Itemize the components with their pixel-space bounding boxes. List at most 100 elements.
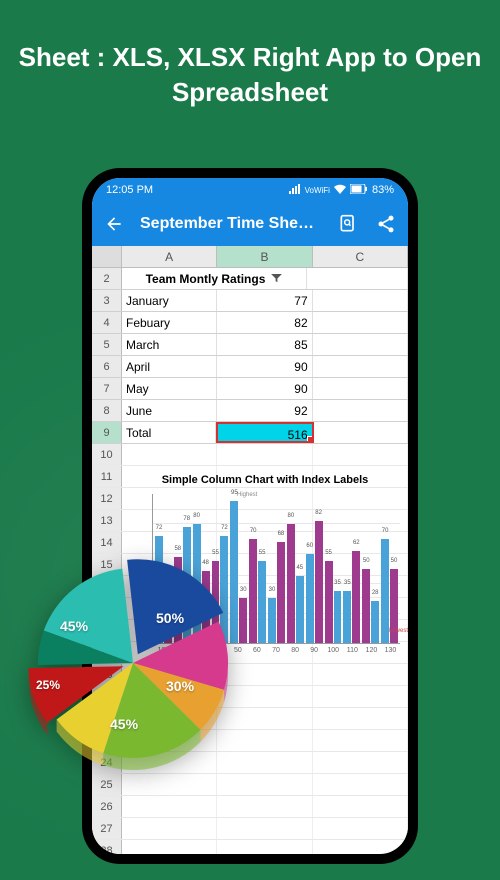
document-title: September Time Sheet...: [140, 215, 322, 233]
table-title-text: Team Montly Ratings: [146, 272, 266, 286]
search-in-doc-icon[interactable]: [336, 212, 360, 236]
cell[interactable]: [314, 422, 408, 443]
table-row[interactable]: 10: [92, 444, 408, 466]
chart-bar: 70: [249, 539, 257, 643]
row-header[interactable]: 3: [92, 290, 122, 311]
cell[interactable]: [313, 290, 408, 311]
lowest-annotation: Lowest: [389, 628, 408, 634]
app-bar: September Time Sheet...: [92, 202, 408, 246]
back-icon[interactable]: [102, 212, 126, 236]
chart-bar: 55: [258, 561, 266, 643]
pie-slice-label: 50%: [156, 610, 184, 626]
table-row[interactable]: 26: [92, 796, 408, 818]
share-icon[interactable]: [374, 212, 398, 236]
cell[interactable]: [313, 312, 408, 333]
row-header[interactable]: 10: [92, 444, 122, 465]
cell[interactable]: [217, 444, 312, 465]
row-header[interactable]: 5: [92, 334, 122, 355]
cell[interactable]: 77: [217, 290, 312, 311]
cell[interactable]: Total: [122, 422, 216, 443]
cell[interactable]: 90: [217, 356, 312, 377]
row-header[interactable]: 8: [92, 400, 122, 421]
row-header[interactable]: 13: [92, 510, 122, 531]
row-header[interactable]: 6: [92, 356, 122, 377]
cell[interactable]: 85: [217, 334, 312, 355]
row-header[interactable]: 9: [92, 422, 122, 443]
row-header[interactable]: 12: [92, 488, 122, 509]
cell[interactable]: March: [122, 334, 217, 355]
hero-title: Sheet : XLS, XLSX Right App to Open Spre…: [0, 0, 500, 140]
battery-icon: [350, 184, 368, 197]
cell[interactable]: April: [122, 356, 217, 377]
table-row[interactable]: 6 April 90: [92, 356, 408, 378]
cell[interactable]: May: [122, 378, 217, 399]
cell[interactable]: [313, 796, 408, 817]
chart-bar: 45: [296, 576, 304, 643]
cell[interactable]: [313, 708, 408, 729]
cell[interactable]: [313, 730, 408, 751]
row-header[interactable]: 27: [92, 818, 122, 839]
cell[interactable]: [217, 818, 312, 839]
chart-bar: 60: [306, 554, 314, 643]
row-header[interactable]: 11: [92, 466, 122, 487]
table-row-total[interactable]: 9 Total 516: [92, 422, 408, 444]
cell[interactable]: [217, 796, 312, 817]
cell[interactable]: Febuary: [122, 312, 217, 333]
cell[interactable]: 92: [217, 400, 312, 421]
status-time: 12:05 PM: [106, 184, 153, 196]
cell[interactable]: [217, 840, 312, 854]
row-header[interactable]: 28: [92, 840, 122, 854]
status-bar: 12:05 PM VoWiFi 83%: [92, 178, 408, 202]
cell[interactable]: [313, 686, 408, 707]
cell[interactable]: [313, 840, 408, 854]
row-header[interactable]: 26: [92, 796, 122, 817]
wifi-icon: VoWiFi: [305, 186, 330, 195]
pie-slice-label: 45%: [60, 618, 88, 634]
chart-bar: 55: [325, 561, 333, 643]
row-header[interactable]: 4: [92, 312, 122, 333]
table-row[interactable]: 7 May 90: [92, 378, 408, 400]
table-row[interactable]: 27: [92, 818, 408, 840]
table-row[interactable]: 8 June 92: [92, 400, 408, 422]
cell[interactable]: [307, 268, 408, 289]
cell[interactable]: 90: [217, 378, 312, 399]
chart-bar: 28: [371, 601, 379, 643]
cell[interactable]: [313, 334, 408, 355]
selected-cell[interactable]: 516: [216, 422, 313, 443]
cell[interactable]: January: [122, 290, 217, 311]
cell[interactable]: [313, 752, 408, 773]
filter-icon[interactable]: [271, 274, 282, 283]
chart-title: Simple Column Chart with Index Labels: [124, 474, 406, 486]
col-header-b[interactable]: B: [217, 246, 312, 267]
cell[interactable]: [122, 444, 217, 465]
col-header-a[interactable]: A: [122, 246, 217, 267]
cell[interactable]: 82: [217, 312, 312, 333]
table-row[interactable]: 3 January 77: [92, 290, 408, 312]
row-header[interactable]: 7: [92, 378, 122, 399]
cell[interactable]: [313, 818, 408, 839]
table-row[interactable]: 5 March 85: [92, 334, 408, 356]
table-row[interactable]: 28: [92, 840, 408, 854]
chart-bar: 35: [343, 591, 351, 643]
battery-percent: 83%: [372, 184, 394, 196]
cell[interactable]: [313, 356, 408, 377]
signal-icon: [289, 184, 301, 197]
table-title-cell[interactable]: Team Montly Ratings: [122, 268, 307, 289]
cell[interactable]: [122, 796, 217, 817]
table-row[interactable]: 2 Team Montly Ratings: [92, 268, 408, 290]
cell[interactable]: [313, 400, 408, 421]
col-header-c[interactable]: C: [313, 246, 408, 267]
cell[interactable]: June: [122, 400, 217, 421]
cell[interactable]: [313, 774, 408, 795]
column-headers: A B C: [92, 246, 408, 268]
cell[interactable]: [122, 818, 217, 839]
pie-slice-label: 45%: [110, 716, 138, 732]
row-header[interactable]: 2: [92, 268, 122, 289]
cell[interactable]: [313, 444, 408, 465]
cell[interactable]: [313, 664, 408, 685]
cell[interactable]: [122, 840, 217, 854]
chart-bar: 62: [352, 551, 360, 643]
cell[interactable]: [313, 378, 408, 399]
chart-bar: 70: [381, 539, 389, 643]
table-row[interactable]: 4 Febuary 82: [92, 312, 408, 334]
